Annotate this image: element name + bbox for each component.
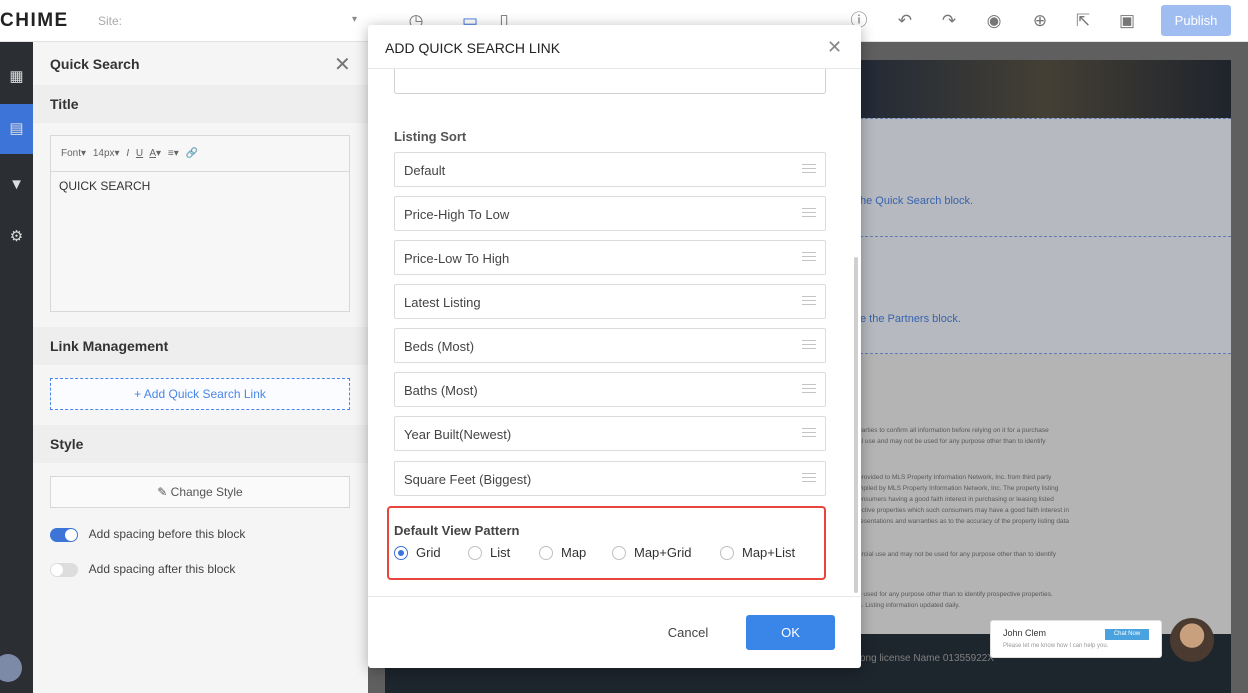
sort-option-label: Price-Low To High — [404, 251, 510, 266]
user-avatar[interactable] — [0, 654, 22, 682]
default-view-pattern-label: Default View Pattern — [394, 523, 520, 538]
editor-toolbar: Font▾ 14px▾ I U A▾ ≡▾ 🔗 — [51, 136, 349, 172]
spacing-after-label: Add spacing after this block — [88, 562, 236, 576]
close-icon[interactable]: ✕ — [334, 52, 351, 77]
text-input[interactable] — [394, 69, 826, 94]
site-selector-label[interactable]: Site: — [98, 14, 122, 28]
left-rail: ▦ ▤ ▼ ⚙ — [0, 42, 33, 693]
view-option-label: Map+Grid — [634, 545, 692, 560]
change-style-button[interactable]: ✎ Change Style — [50, 476, 350, 508]
change-style-label: Change Style — [170, 485, 243, 499]
add-quick-search-link-dialog: ADD QUICK SEARCH LINK ✕ Listing Sort Def… — [368, 25, 861, 668]
save-icon[interactable]: ▣ — [1116, 10, 1138, 32]
drag-handle-icon[interactable] — [802, 252, 816, 263]
sort-option[interactable]: Year Built(Newest) — [394, 416, 826, 451]
filter-icon[interactable]: ▼ — [0, 160, 33, 210]
radio-button[interactable] — [539, 546, 553, 560]
undo-icon[interactable]: ↶ — [894, 10, 916, 32]
section-title-heading: Title — [33, 85, 368, 123]
block-settings-panel: Quick Search ✕ Title Font▾ 14px▾ I U A▾ … — [33, 42, 368, 693]
preview-eye-icon[interactable]: ◉ — [983, 10, 1005, 32]
chat-widget[interactable]: John Clem Chat Now Please let me know ho… — [990, 620, 1162, 658]
align-icon[interactable]: ≡ — [168, 148, 174, 159]
spacing-before-row: Add spacing before this block — [50, 527, 245, 542]
underline-icon[interactable]: U — [136, 148, 143, 159]
ok-button[interactable]: OK — [746, 615, 835, 650]
view-option-map[interactable]: Map — [539, 545, 586, 563]
sort-option-label: Price-High To Low — [404, 207, 510, 222]
drag-handle-icon[interactable] — [802, 473, 816, 484]
dialog-header: ADD QUICK SEARCH LINK ✕ — [368, 25, 861, 69]
sort-option-label: Default — [404, 163, 446, 178]
style-heading: Style — [33, 425, 368, 463]
sort-option-label: Year Built(Newest) — [404, 427, 512, 442]
close-icon[interactable]: ✕ — [827, 37, 842, 58]
sort-option-label: Beds (Most) — [404, 339, 475, 354]
cancel-button[interactable]: Cancel — [658, 616, 718, 650]
view-option-list[interactable]: List — [468, 545, 510, 563]
spacing-after-row: Add spacing after this block — [50, 562, 235, 577]
page-icon[interactable]: ▤ — [0, 104, 33, 154]
dialog-scrollbar[interactable] — [854, 257, 858, 593]
view-option-label: Map+List — [742, 545, 796, 560]
font-dropdown[interactable]: Font — [61, 148, 81, 159]
spacing-before-label: Add spacing before this block — [88, 527, 246, 541]
sort-option[interactable]: Baths (Most) — [394, 372, 826, 407]
view-option-grid[interactable]: Grid — [394, 545, 441, 563]
sort-option-label: Baths (Most) — [404, 383, 478, 398]
globe-icon[interactable]: ⊕ — [1029, 10, 1051, 32]
dialog-footer-divider — [368, 596, 861, 597]
dialog-title: ADD QUICK SEARCH LINK — [385, 40, 561, 56]
sort-option[interactable]: Beds (Most) — [394, 328, 826, 363]
view-option-label: Map — [561, 545, 587, 560]
chat-agent-avatar[interactable] — [1170, 618, 1214, 662]
add-quick-search-link-button[interactable]: + Add Quick Search Link — [50, 378, 350, 410]
radio-button[interactable] — [720, 546, 734, 560]
drag-handle-icon[interactable] — [802, 340, 816, 351]
gear-icon[interactable]: ⚙ — [0, 212, 33, 262]
drag-handle-icon[interactable] — [802, 428, 816, 439]
panel-title: Quick Search — [50, 56, 140, 72]
drag-handle-icon[interactable] — [802, 164, 816, 175]
link-icon[interactable]: 🔗 — [186, 148, 198, 159]
rich-text-editor[interactable]: Font▾ 14px▾ I U A▾ ≡▾ 🔗 QUICK SEARCH — [50, 135, 350, 312]
drag-handle-icon[interactable] — [802, 296, 816, 307]
view-option-map-list[interactable]: Map+List — [720, 545, 795, 563]
layout-icon[interactable]: ▦ — [0, 52, 33, 102]
radio-button[interactable] — [394, 546, 408, 560]
edit-icon: ✎ — [157, 485, 168, 499]
sort-option-label: Square Feet (Biggest) — [404, 472, 532, 487]
export-icon[interactable]: ⇱ — [1072, 10, 1094, 32]
link-management-heading: Link Management — [33, 327, 368, 365]
chat-message: Please let me know how I can help you. — [1003, 643, 1109, 649]
chat-agent-name: John Clem — [1003, 628, 1047, 638]
chevron-down-icon[interactable]: ▾ — [352, 14, 357, 25]
sort-option[interactable]: Default — [394, 152, 826, 187]
view-option-map-grid[interactable]: Map+Grid — [612, 545, 691, 563]
radio-button[interactable] — [612, 546, 626, 560]
sort-option[interactable]: Price-Low To High — [394, 240, 826, 275]
view-option-label: List — [490, 545, 511, 560]
sort-option[interactable]: Square Feet (Biggest) — [394, 461, 826, 496]
listing-sort-label: Listing Sort — [394, 129, 467, 144]
spacing-after-toggle[interactable] — [50, 562, 78, 577]
redo-icon[interactable]: ↷ — [938, 10, 960, 32]
font-size-dropdown[interactable]: 14px — [93, 148, 115, 159]
sort-option[interactable]: Price-High To Low — [394, 196, 826, 231]
sort-option-label: Latest Listing — [404, 295, 481, 310]
drag-handle-icon[interactable] — [802, 208, 816, 219]
sort-option[interactable]: Latest Listing — [394, 284, 826, 319]
editor-content[interactable]: QUICK SEARCH — [51, 172, 349, 200]
default-view-pattern-highlight — [387, 506, 826, 580]
radio-button[interactable] — [468, 546, 482, 560]
spacing-before-toggle[interactable] — [50, 527, 78, 542]
app-logo: CHIME — [0, 10, 69, 31]
italic-icon[interactable]: I — [126, 148, 129, 159]
publish-button[interactable]: Publish — [1161, 5, 1231, 36]
text-color-icon[interactable]: A — [149, 148, 156, 159]
view-option-label: Grid — [416, 545, 441, 560]
chat-now-button[interactable]: Chat Now — [1105, 629, 1149, 640]
drag-handle-icon[interactable] — [802, 384, 816, 395]
